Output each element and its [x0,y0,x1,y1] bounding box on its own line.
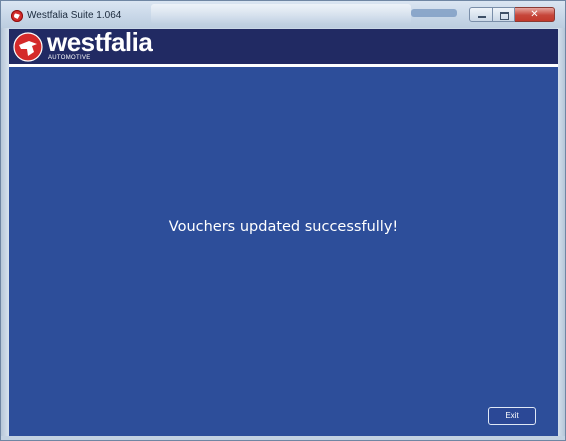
title-bar[interactable]: Westfalia Suite 1.064 ✕ [1,1,565,28]
brand-name: westfalia [47,27,153,57]
app-window: Westfalia Suite 1.064 ✕ westfalia AUTOMO… [0,0,566,441]
maximize-button[interactable] [493,7,515,22]
success-message: Vouchers updated successfully! [168,219,399,235]
window-frame-right [557,1,565,440]
title-bar-highlight [151,4,411,24]
minimize-icon [478,16,486,18]
close-icon: ✕ [530,9,539,20]
title-bar-glare [411,9,457,17]
maximize-icon [500,12,509,20]
brand-subtitle: AUTOMOTIVE [48,55,91,61]
minimize-button[interactable] [469,7,493,22]
window-title: Westfalia Suite 1.064 [27,10,122,21]
window-controls: ✕ [469,7,555,23]
window-frame-bottom [1,436,565,440]
window-frame-left [1,1,9,440]
close-button[interactable]: ✕ [515,7,555,22]
app-icon[interactable] [11,10,23,22]
exit-button[interactable]: Exit [488,407,536,425]
westfalia-logo-icon [13,32,43,62]
main-content: Vouchers updated successfully! Exit [9,67,558,436]
